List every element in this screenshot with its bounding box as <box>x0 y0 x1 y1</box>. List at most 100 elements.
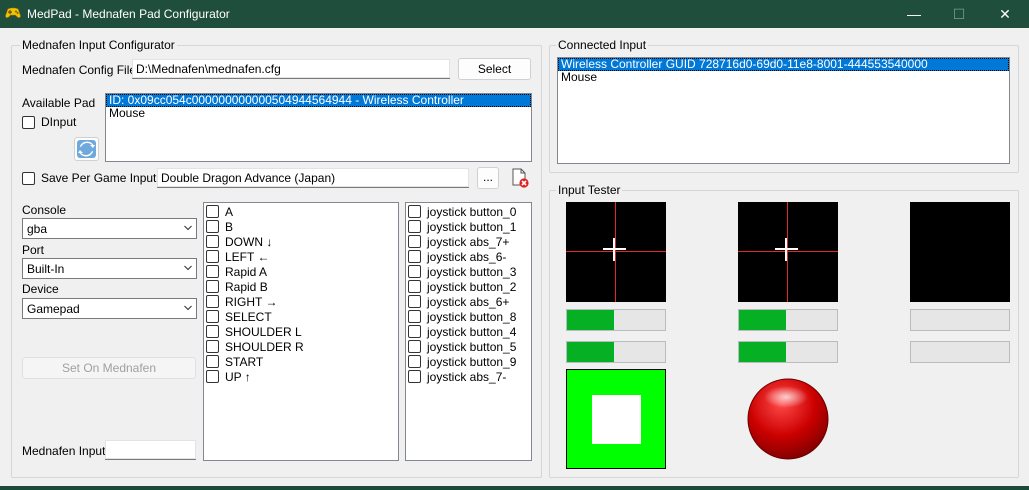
right-stick-display <box>738 202 838 302</box>
checkbox[interactable] <box>206 310 219 323</box>
mapping-checklist[interactable]: joystick button_0 joystick button_1 joys… <box>405 202 532 461</box>
title-bar: MedPad - Mednafen Pad Configurator — ☐ ✕ <box>0 0 1029 28</box>
checkbox[interactable] <box>206 355 219 368</box>
list-item[interactable]: joystick abs_7+ <box>406 234 531 249</box>
config-file-input[interactable]: D:\Mednafen\mednafen.cfg <box>132 59 450 79</box>
list-item[interactable]: joystick button_9 <box>406 354 531 369</box>
mapping-name: joystick button_3 <box>427 264 517 279</box>
close-button[interactable]: ✕ <box>982 0 1028 28</box>
list-item[interactable]: SHOULDER R <box>204 339 398 354</box>
checkbox[interactable] <box>206 295 219 308</box>
checkbox[interactable] <box>408 370 421 383</box>
dinput-checkbox-box[interactable] <box>22 115 35 129</box>
window-client-area: Mednafen Input Configurator Mednafen Con… <box>0 28 1029 486</box>
list-item[interactable]: Wireless Controller GUID 728716d0-69d0-1… <box>558 58 1009 71</box>
list-item[interactable]: Mouse <box>558 71 1009 84</box>
list-item[interactable]: Rapid A <box>204 264 398 279</box>
save-per-game-label: Save Per Game Input <box>41 171 157 185</box>
save-per-game-checkbox-box[interactable] <box>22 171 35 185</box>
dinput-checkbox[interactable]: DInput <box>22 115 76 129</box>
crosshair-vertical <box>787 202 788 302</box>
chevron-down-icon <box>184 305 192 311</box>
refresh-button[interactable] <box>74 137 99 161</box>
list-item[interactable]: ID: 0x09cc054c000000000000504944564944 -… <box>106 94 531 107</box>
button-name: SHOULDER L <box>225 324 302 339</box>
axis-bar <box>910 341 1010 363</box>
checkbox[interactable] <box>408 325 421 338</box>
checkbox[interactable] <box>206 235 219 248</box>
minimize-button[interactable]: — <box>891 0 937 28</box>
checkbox[interactable] <box>206 220 219 233</box>
port-dropdown[interactable]: Built-In <box>22 258 197 279</box>
checkbox[interactable] <box>206 280 219 293</box>
checkbox[interactable] <box>206 250 219 263</box>
checkbox[interactable] <box>408 205 421 218</box>
button-name: DOWN ↓ <box>225 234 273 249</box>
list-item[interactable]: joystick button_8 <box>406 309 531 324</box>
button-name: A <box>225 204 234 219</box>
mapping-name: joystick button_0 <box>427 204 517 219</box>
list-item[interactable]: Mouse <box>106 107 531 120</box>
device-dropdown[interactable]: Gamepad <box>22 298 197 319</box>
crosshair-vertical <box>615 202 616 302</box>
list-item[interactable]: joystick abs_6- <box>406 249 531 264</box>
list-item[interactable]: START <box>204 354 398 369</box>
list-item[interactable]: RIGHT → <box>204 294 398 309</box>
axis-bar-fill <box>739 342 787 362</box>
console-value: gba <box>27 222 48 236</box>
button-name: RIGHT → <box>225 294 278 309</box>
game-name-input[interactable]: Double Dragon Advance (Japan) <box>157 168 469 188</box>
list-item[interactable]: joystick abs_6+ <box>406 294 531 309</box>
save-per-game-checkbox[interactable]: Save Per Game Input <box>22 171 156 185</box>
list-item[interactable]: SELECT <box>204 309 398 324</box>
list-item[interactable]: Rapid B <box>204 279 398 294</box>
axis-bar <box>566 309 666 331</box>
mednafen-input-field[interactable] <box>105 440 196 460</box>
checkbox[interactable] <box>206 205 219 218</box>
checkbox[interactable] <box>408 355 421 368</box>
checkbox[interactable] <box>206 340 219 353</box>
available-pad-list[interactable]: ID: 0x09cc054c000000000000504944564944 -… <box>105 93 532 162</box>
list-item[interactable]: SHOULDER L <box>204 324 398 339</box>
list-item[interactable]: joystick button_5 <box>406 339 531 354</box>
checkbox[interactable] <box>408 250 421 263</box>
list-item[interactable]: joystick button_3 <box>406 264 531 279</box>
list-item[interactable]: LEFT ← <box>204 249 398 264</box>
checkbox[interactable] <box>408 265 421 278</box>
select-button[interactable]: Select <box>458 58 531 80</box>
list-item[interactable]: DOWN ↓ <box>204 234 398 249</box>
checkbox[interactable] <box>206 325 219 338</box>
list-item[interactable]: A <box>204 204 398 219</box>
button-press-indicator <box>566 369 666 469</box>
stick-cursor <box>785 238 787 261</box>
list-item[interactable]: B <box>204 219 398 234</box>
checkbox[interactable] <box>408 310 421 323</box>
checkbox[interactable] <box>408 280 421 293</box>
set-on-mednafen-button[interactable]: Set On Mednafen <box>22 357 196 379</box>
list-item[interactable]: joystick abs_7- <box>406 369 531 384</box>
mapping-name: joystick abs_6- <box>427 249 507 264</box>
device-label: Device <box>22 282 59 296</box>
browse-button[interactable]: ... <box>477 167 499 189</box>
mapping-name: joystick abs_7- <box>427 369 507 384</box>
checkbox[interactable] <box>408 220 421 233</box>
button-name: Rapid A <box>225 264 268 279</box>
delete-file-icon[interactable] <box>510 168 530 188</box>
console-label: Console <box>22 203 67 217</box>
mapping-name: joystick button_5 <box>427 339 517 354</box>
maximize-button[interactable]: ☐ <box>936 0 982 28</box>
button-checklist[interactable]: A B DOWN ↓ LEFT ← Rapid A Rapid B RIGHT … <box>203 202 399 461</box>
list-item[interactable]: joystick button_1 <box>406 219 531 234</box>
checkbox[interactable] <box>408 235 421 248</box>
port-value: Built-In <box>27 262 65 276</box>
checkbox[interactable] <box>408 295 421 308</box>
list-item[interactable]: joystick button_0 <box>406 204 531 219</box>
console-dropdown[interactable]: gba <box>22 218 197 239</box>
list-item[interactable]: UP ↑ <box>204 369 398 384</box>
connected-input-list[interactable]: Wireless Controller GUID 728716d0-69d0-1… <box>557 57 1010 164</box>
list-item[interactable]: joystick button_4 <box>406 324 531 339</box>
checkbox[interactable] <box>206 265 219 278</box>
checkbox[interactable] <box>206 370 219 383</box>
list-item[interactable]: joystick button_2 <box>406 279 531 294</box>
checkbox[interactable] <box>408 340 421 353</box>
